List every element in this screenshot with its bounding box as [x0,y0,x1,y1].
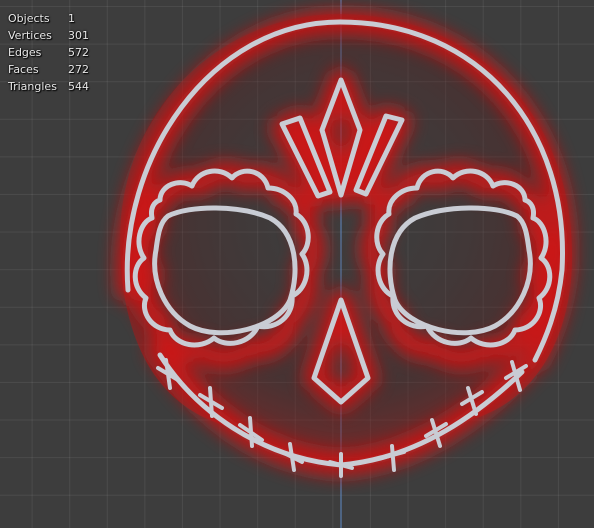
3d-viewport[interactable]: Objects 1 Vertices 301 Edges 572 Faces 2… [0,0,594,528]
stat-value: 301 [68,29,89,42]
stat-value: 544 [68,80,89,93]
stat-label: Faces [8,63,39,76]
stat-label: Objects [8,12,50,25]
stat-value: 1 [68,12,75,25]
viewport-scene[interactable] [0,0,594,528]
viewport-statistics-overlay: Objects 1 Vertices 301 Edges 572 Faces 2… [8,10,89,95]
stat-label: Edges [8,46,42,59]
stat-value: 272 [68,63,89,76]
stat-row-triangles: Triangles 544 [8,78,89,95]
stat-row-faces: Faces 272 [8,61,89,78]
stat-value: 572 [68,46,89,59]
stat-label: Vertices [8,29,52,42]
stat-row-vertices: Vertices 301 [8,27,89,44]
stat-row-edges: Edges 572 [8,44,89,61]
stat-row-objects: Objects 1 [8,10,89,27]
stat-label: Triangles [8,80,57,93]
